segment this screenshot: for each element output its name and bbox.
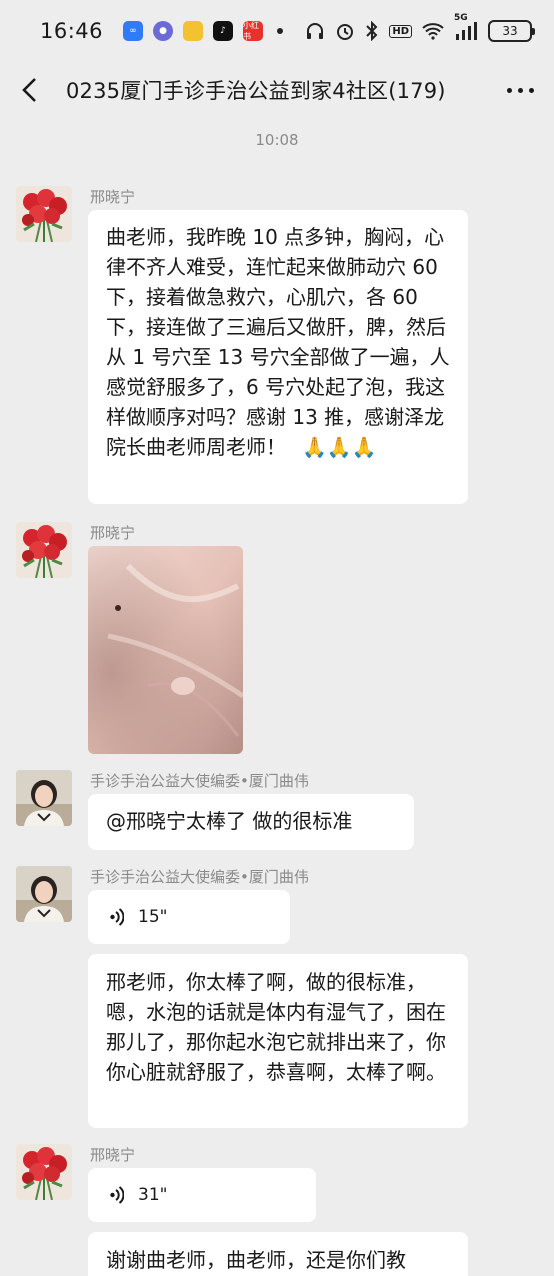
status-icons: HD 5G 33 (305, 13, 535, 42)
photo-message[interactable] (88, 546, 243, 754)
bluetooth-icon (365, 21, 379, 41)
message-bubble[interactable]: @邢晓宁太棒了 做的很标准 (88, 794, 414, 850)
message-row: 手诊手治公益大使编委•厦门曲伟 @邢晓宁太棒了 做的很标准 (16, 770, 536, 854)
voice-duration: 15" (138, 907, 168, 927)
sender-name: 邢晓宁 (90, 188, 136, 206)
voice-duration: 31" (138, 1185, 168, 1205)
voice-transcript[interactable]: 谢谢曲老师，曲老师，还是你们教 (88, 1232, 468, 1276)
time-separator: 10:08 (255, 131, 299, 149)
infinity-app-icon: ∞ (123, 21, 144, 41)
avatar[interactable] (16, 522, 72, 578)
status-bar: 16:46 ∞ ● ♪ 小红书 HD 5G 33 (0, 0, 554, 62)
transcript-text: 邢老师，你太棒了啊，做的很标准，嗯，水泡的话就是体内有湿气了，困在那儿了，那你起… (106, 970, 446, 1084)
notification-apps: ∞ ● ♪ 小红书 (123, 21, 284, 41)
more-dot-icon (506, 87, 512, 93)
back-button[interactable] (2, 62, 56, 118)
more-notifications-dot (277, 28, 284, 34)
headphones-icon (305, 21, 325, 41)
avatar[interactable] (16, 770, 72, 826)
message-row: 邢晓宁 曲老师，我昨晚 10 点多钟，胸闷，心律不齐人难受，连忙起来做肺动穴 6… (16, 186, 536, 506)
voice-message[interactable]: 15" (88, 890, 290, 944)
chat-header: 0235厦门手诊手治公益到家4社区(179) (0, 62, 554, 118)
sender-name: 手诊手治公益大使编委•厦门曲伟 (90, 772, 309, 790)
more-dot-icon (528, 87, 534, 93)
message-text: 曲老师，我昨晚 10 点多钟，胸闷，心律不齐人难受，连忙起来做肺动穴 60 下，… (106, 225, 450, 459)
voice-wave-icon (110, 1185, 124, 1205)
chevron-left-icon (22, 78, 36, 102)
hd-icon: HD (389, 24, 412, 38)
message-bubble[interactable]: 曲老师，我昨晚 10 点多钟，胸闷，心律不齐人难受，连忙起来做肺动穴 60 下，… (88, 210, 468, 504)
sender-name: 手诊手治公益大使编委•厦门曲伟 (90, 868, 309, 886)
hand-photo (88, 546, 243, 754)
battery-indicator: 33 (488, 20, 535, 42)
network-label: 5G (454, 13, 468, 23)
pray-emoji: 🙏🙏🙏 (302, 435, 377, 459)
voice-message[interactable]: 31" (88, 1168, 316, 1222)
voice-wave-icon (110, 907, 124, 927)
avatar[interactable] (16, 1144, 72, 1200)
message-row: 邢晓宁 (16, 522, 536, 758)
notes-app-icon (183, 21, 204, 41)
signal-icon: 5G (454, 13, 478, 40)
more-options-button[interactable] (494, 62, 546, 118)
circle-app-icon: ● (153, 21, 174, 41)
message-row: 邢晓宁 31" 谢谢曲老师，曲老师，还是你们教 (16, 1144, 536, 1276)
alarm-icon (335, 21, 355, 41)
sender-name: 邢晓宁 (90, 524, 136, 542)
message-row: 手诊手治公益大使编委•厦门曲伟 15" 邢老师，你太棒了啊，做的很标准，嗯，水泡… (16, 866, 536, 1132)
avatar[interactable] (16, 186, 72, 242)
status-time: 16:46 (40, 19, 104, 43)
more-dot-icon (517, 87, 523, 93)
transcript-text: 谢谢曲老师，曲老师，还是你们教 (106, 1248, 406, 1272)
chat-title: 0235厦门手诊手治公益到家4社区(179) (66, 79, 446, 103)
avatar[interactable] (16, 866, 72, 922)
wifi-icon (422, 22, 444, 40)
xiaohongshu-icon: 小红书 (243, 21, 264, 41)
sender-name: 邢晓宁 (90, 1146, 136, 1164)
voice-transcript[interactable]: 邢老师，你太棒了啊，做的很标准，嗯，水泡的话就是体内有湿气了，困在那儿了，那你起… (88, 954, 468, 1128)
tiktok-icon: ♪ (213, 21, 234, 41)
message-text: @邢晓宁太棒了 做的很标准 (106, 809, 353, 833)
